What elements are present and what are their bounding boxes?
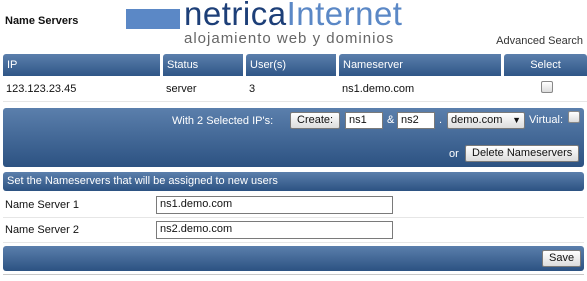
page-header: Name Servers netricaInternet alojamiento… xyxy=(0,0,587,52)
virtual-checkbox[interactable] xyxy=(568,111,580,123)
divider xyxy=(3,274,584,275)
cell-users: 3 xyxy=(249,82,256,95)
save-bar: Save xyxy=(3,246,584,271)
delete-nameservers-button[interactable]: Delete Nameservers xyxy=(465,145,580,162)
table-header: IP Status User(s) Nameserver Select xyxy=(3,54,587,76)
name-server-1-input[interactable]: ns1.demo.com xyxy=(156,196,393,214)
new-users-section-header: Set the Nameservers that will be assigne… xyxy=(3,172,584,191)
name-server-2-row: Name Server 2 ns2.demo.com xyxy=(3,219,584,243)
or-label: or xyxy=(449,148,459,160)
ns2-prefix-input[interactable]: ns2 xyxy=(397,112,435,129)
cell-select xyxy=(504,81,587,96)
advanced-search-link[interactable]: Advanced Search xyxy=(496,35,583,47)
action-bar: With 2 Selected IP's: Create: ns1 & ns2 … xyxy=(3,108,584,167)
page-title: Name Servers xyxy=(5,15,79,27)
name-server-2-input[interactable]: ns2.demo.com xyxy=(156,221,393,239)
logo-box-icon xyxy=(126,9,180,29)
logo-word-internet: Internet xyxy=(286,0,403,32)
virtual-label: Virtual: xyxy=(529,114,564,126)
logo-tagline: alojamiento web y dominios xyxy=(184,30,395,47)
logo-wordmark: netricaInternet xyxy=(184,0,402,34)
selected-ips-label: With 2 Selected IP's: xyxy=(172,115,274,127)
column-header-users[interactable]: User(s) xyxy=(246,54,339,76)
row-select-checkbox[interactable] xyxy=(541,81,553,93)
ns1-prefix-input[interactable]: ns1 xyxy=(345,112,383,129)
column-header-nameserver[interactable]: Nameserver xyxy=(339,54,504,76)
logo-word-netrica: netrica xyxy=(184,0,287,32)
cell-ip: 123.123.23.45 xyxy=(6,82,77,95)
column-header-select: Select xyxy=(504,54,587,76)
cell-nameserver: ns1.demo.com xyxy=(342,82,415,95)
domain-select[interactable]: demo.com ▼ xyxy=(447,112,525,129)
domain-select-value: demo.com xyxy=(451,114,503,126)
column-header-ip[interactable]: IP xyxy=(3,54,163,76)
table-row: 123.123.23.45 server 3 ns1.demo.com xyxy=(3,76,587,102)
dot-label: . xyxy=(439,114,443,126)
name-server-2-label: Name Server 2 xyxy=(5,224,79,236)
ampersand-label: & xyxy=(387,114,395,126)
create-button[interactable]: Create: xyxy=(290,112,341,129)
brand-logo: netricaInternet alojamiento web y domini… xyxy=(122,0,462,52)
chevron-down-icon: ▼ xyxy=(512,115,521,125)
cell-status: server xyxy=(166,82,197,95)
nameserver-table: IP Status User(s) Nameserver Select 123.… xyxy=(3,54,587,102)
name-server-1-label: Name Server 1 xyxy=(5,199,79,211)
name-server-1-row: Name Server 1 ns1.demo.com xyxy=(3,194,584,218)
new-users-title: Set the Nameservers that will be assigne… xyxy=(7,175,278,187)
save-button[interactable]: Save xyxy=(542,250,582,267)
column-header-status[interactable]: Status xyxy=(163,54,246,76)
